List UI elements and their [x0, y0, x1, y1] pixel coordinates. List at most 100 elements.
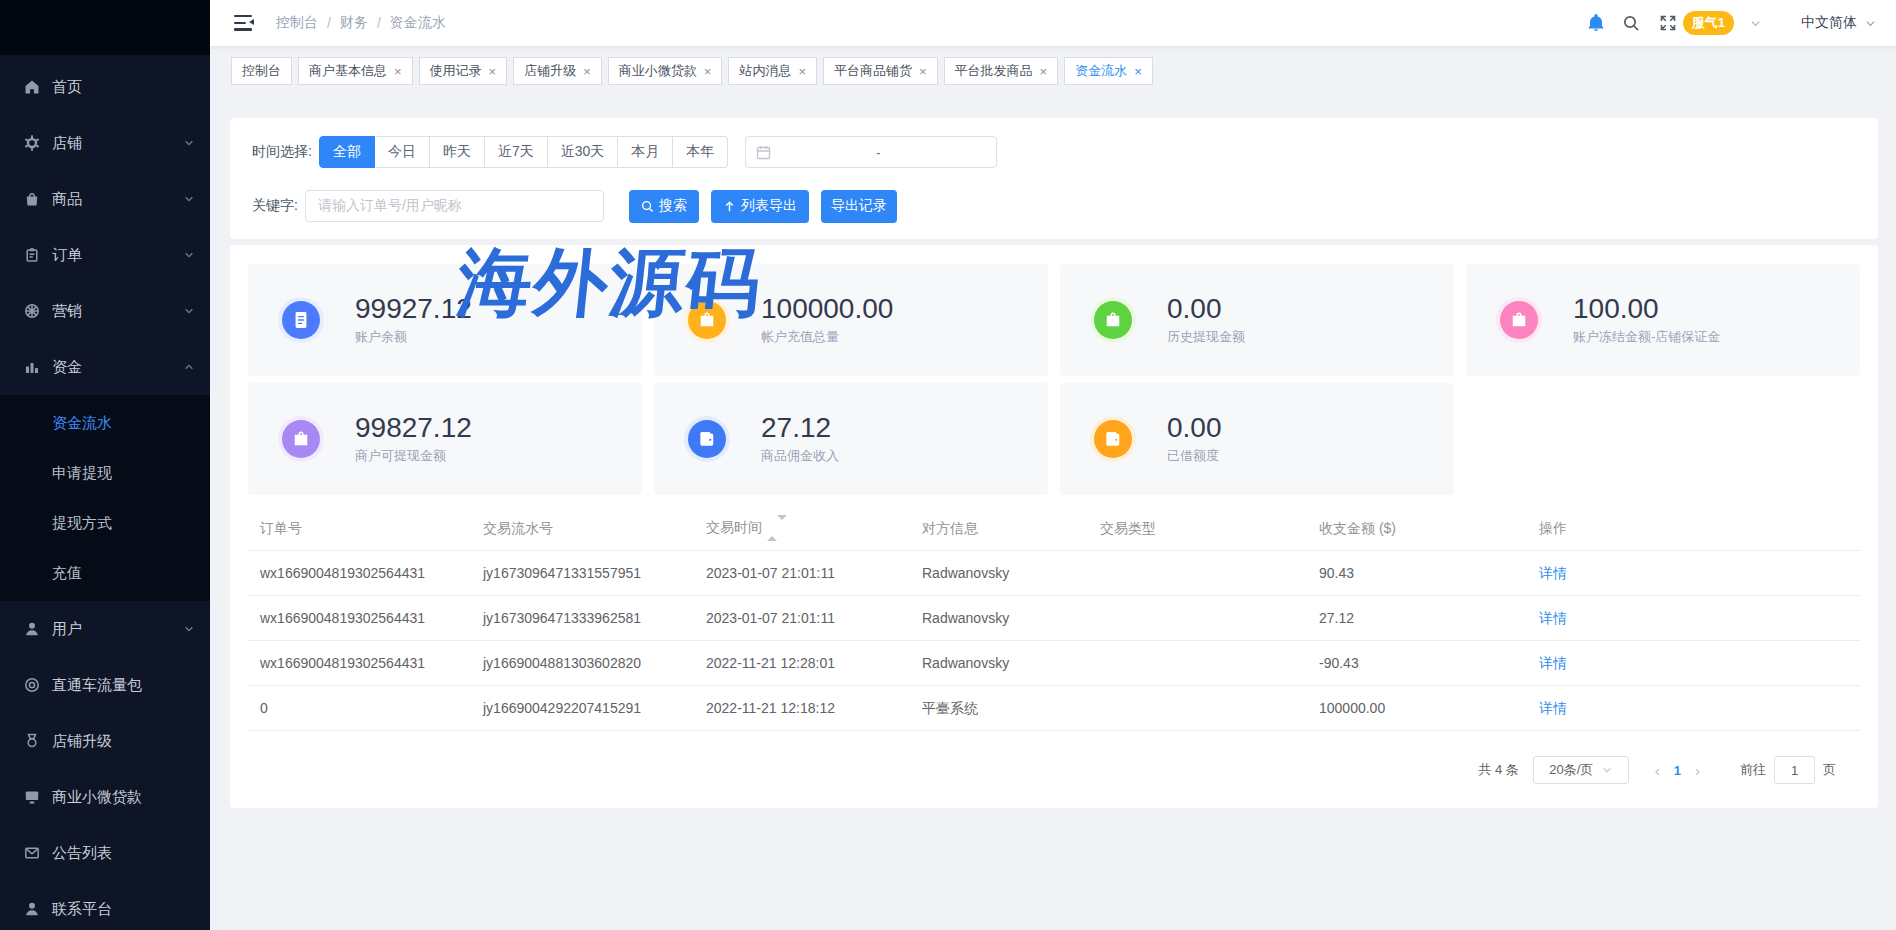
wallet-icon [1094, 420, 1132, 458]
sidebar: 首页 店铺 商品 订单 营销 [0, 0, 210, 930]
bag-icon [24, 191, 40, 207]
sidebar-item-orders[interactable]: 订单 [0, 227, 210, 283]
next-page-button[interactable]: › [1695, 762, 1700, 779]
stat-withdraw-history: 0.00历史提现金额 [1060, 264, 1454, 376]
goto-label: 前往 [1740, 761, 1766, 779]
tab-platform-wholesale[interactable]: 平台批发商品× [944, 57, 1059, 85]
sidebar-item-fund-flow[interactable]: 资金流水 [0, 398, 210, 448]
prev-page-button[interactable]: ‹ [1655, 762, 1660, 779]
export-records-button[interactable]: 导出记录 [821, 190, 897, 223]
current-page[interactable]: 1 [1674, 763, 1681, 778]
sidebar-item-recharge[interactable]: 充值 [0, 548, 210, 598]
tab-usage-records[interactable]: 使用记录× [419, 57, 508, 85]
col-trade-type: 交易类型 [1088, 507, 1307, 551]
stat-label: 账户冻结金额-店铺保证金 [1573, 328, 1720, 346]
keyword-input[interactable]: 请输入订单号/用户昵称 [305, 190, 604, 222]
col-party-info: 对方信息 [910, 507, 1088, 551]
app: 首页 店铺 商品 订单 营销 [0, 0, 1896, 930]
date-range-input[interactable]: - [745, 136, 997, 168]
main-card: 99927.12账户余额 100000.00帐户充值总量 0.00历史提现金额 … [230, 245, 1878, 808]
sidebar-item-micro-loan[interactable]: 商业小微贷款 [0, 769, 210, 825]
range-month-button[interactable]: 本月 [618, 136, 673, 168]
stat-value: 27.12 [761, 413, 839, 443]
tab-close-icon[interactable]: × [704, 65, 712, 78]
breadcrumb-separator: / [327, 15, 331, 31]
language-selector[interactable]: 中文简体 [1801, 14, 1876, 32]
tab-micro-loan[interactable]: 商业小微贷款× [608, 57, 723, 85]
page-size-select[interactable]: 20条/页 [1533, 756, 1629, 784]
sidebar-item-funds[interactable]: 资金 [0, 339, 210, 395]
monitor-icon [24, 789, 40, 805]
range-year-button[interactable]: 本年 [673, 136, 728, 168]
notification-bell-icon[interactable] [1587, 14, 1605, 32]
tab-close-icon[interactable]: × [1134, 65, 1142, 78]
tab-close-icon[interactable]: × [798, 65, 806, 78]
tab-shop-upgrade[interactable]: 店铺升级× [513, 57, 602, 85]
stats-grid: 99927.12账户余额 100000.00帐户充值总量 0.00历史提现金额 … [248, 264, 1860, 495]
sidebar-item-label: 资金 [52, 358, 82, 377]
stat-label: 商户可提现金额 [355, 447, 472, 465]
sidebar-item-withdraw-method[interactable]: 提现方式 [0, 498, 210, 548]
search-icon[interactable] [1622, 14, 1640, 32]
chevron-down-icon [184, 250, 194, 260]
detail-link[interactable]: 详情 [1539, 700, 1567, 716]
tab-site-messages[interactable]: 站内消息× [728, 57, 817, 85]
time-filter-label: 时间选择: [252, 143, 312, 161]
sort-caret-icon[interactable] [767, 519, 787, 537]
chevron-down-icon [1865, 18, 1876, 29]
sidebar-item-goods[interactable]: 商品 [0, 171, 210, 227]
goto-page-input[interactable]: 1 [1774, 756, 1815, 784]
sidebar-item-withdraw-apply[interactable]: 申请提现 [0, 448, 210, 498]
tab-close-icon[interactable]: × [919, 65, 927, 78]
user-avatar-badge[interactable]: 服气1 [1683, 11, 1734, 35]
stat-value: 100000.00 [761, 294, 893, 324]
contact-icon [24, 901, 40, 917]
tab-close-icon[interactable]: × [1040, 65, 1048, 78]
tab-console[interactable]: 控制台 [231, 57, 292, 85]
tab-close-icon[interactable]: × [394, 65, 402, 78]
tab-platform-distribution[interactable]: 平台商品铺货× [823, 57, 938, 85]
sidebar-item-traffic-pack[interactable]: 直通车流量包 [0, 657, 210, 713]
sidebar-item-contact-platform[interactable]: 联系平台 [0, 881, 210, 930]
sidebar-item-users[interactable]: 用户 [0, 601, 210, 657]
sidebar-item-home[interactable]: 首页 [0, 59, 210, 115]
table-row: wx1669004819302564431 jy1673096471333962… [248, 596, 1860, 641]
sidebar-item-announcements[interactable]: 公告列表 [0, 825, 210, 881]
sidebar-item-label: 充值 [52, 564, 82, 583]
detail-link[interactable]: 详情 [1539, 655, 1567, 671]
stat-frozen-amount: 100.00账户冻结金额-店铺保证金 [1466, 264, 1860, 376]
tab-fund-flow[interactable]: 资金流水× [1064, 57, 1153, 85]
tab-close-icon[interactable]: × [489, 65, 497, 78]
page-unit-label: 页 [1823, 761, 1836, 779]
breadcrumb-item[interactable]: 财务 [340, 14, 368, 32]
chevron-down-icon[interactable] [1750, 18, 1761, 29]
range-7days-button[interactable]: 近7天 [485, 136, 548, 168]
search-button[interactable]: 搜索 [629, 190, 699, 223]
total-count: 共 4 条 [1478, 761, 1518, 779]
range-30days-button[interactable]: 近30天 [548, 136, 619, 168]
briefcase-icon [1500, 301, 1538, 339]
sidebar-item-shop[interactable]: 店铺 [0, 115, 210, 171]
tab-close-icon[interactable]: × [583, 65, 591, 78]
fullscreen-icon[interactable] [1659, 14, 1677, 32]
breadcrumb-item[interactable]: 控制台 [276, 14, 318, 32]
stat-label: 已借额度 [1167, 447, 1222, 465]
col-trade-time[interactable]: 交易时间 [694, 507, 910, 551]
detail-link[interactable]: 详情 [1539, 610, 1567, 626]
export-list-button[interactable]: 列表导出 [711, 190, 809, 223]
collapse-menu-icon[interactable] [234, 15, 254, 31]
language-label: 中文简体 [1801, 14, 1857, 32]
wheel-icon [24, 303, 40, 319]
stat-withdrawable: 99827.12商户可提现金额 [248, 383, 642, 495]
sidebar-menu: 首页 店铺 商品 订单 营销 [0, 55, 210, 930]
rings-icon [24, 677, 40, 693]
range-all-button[interactable]: 全部 [319, 136, 375, 168]
sidebar-logo-area [0, 0, 210, 55]
sidebar-item-shop-upgrade[interactable]: 店铺升级 [0, 713, 210, 769]
detail-link[interactable]: 详情 [1539, 565, 1567, 581]
range-today-button[interactable]: 今日 [375, 136, 430, 168]
tab-merchant-info[interactable]: 商户基本信息× [298, 57, 413, 85]
user-icon [24, 621, 40, 637]
range-yesterday-button[interactable]: 昨天 [430, 136, 485, 168]
sidebar-item-marketing[interactable]: 营销 [0, 283, 210, 339]
